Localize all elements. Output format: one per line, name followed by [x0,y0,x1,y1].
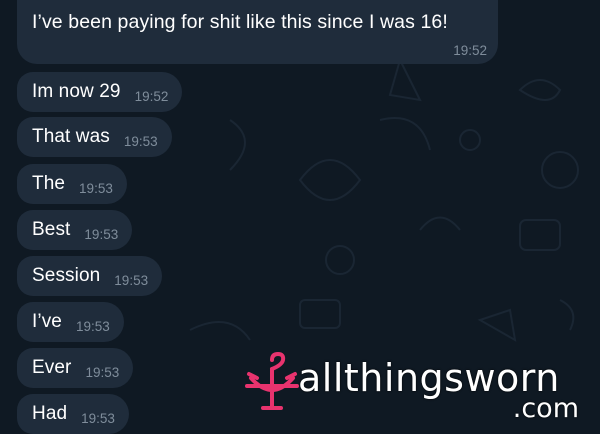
message-bubble[interactable]: That was 19:53 [17,117,172,157]
watermark-suffix: .com [512,393,579,424]
message-text: I’ve [32,311,62,332]
hanger-bow-icon [245,352,299,410]
message-text: That was [32,126,110,147]
message-time: 19:53 [79,181,113,196]
message-bubble[interactable]: Ever 19:53 [17,348,134,388]
message-text: Ever [32,357,72,378]
message-bubble[interactable]: Best 19:53 [17,210,133,250]
message-time: 19:53 [81,411,115,426]
message-time: 19:52 [134,89,169,104]
message-text: I’ve been paying for shit like this sinc… [32,11,448,33]
message-time: 19:53 [75,319,110,334]
message-bubble[interactable]: Session 19:53 [17,256,163,296]
message-text: The [32,173,66,194]
message-time: 19:53 [85,365,120,380]
message-bubble[interactable]: I’ve 19:53 [17,302,124,342]
watermark-logo: allthingsworn .com [243,352,595,430]
message-time: 19:53 [114,273,149,288]
message-time: 19:53 [123,134,158,149]
message-text: Im now 29 [32,81,121,102]
message-text: Session [32,265,101,286]
message-bubble[interactable]: Had 19:53 [17,394,129,434]
message-time: 19:52 [453,43,487,58]
message-text: Best [32,219,71,240]
message-time: 19:53 [84,227,119,242]
message-bubble[interactable]: The 19:53 [17,164,127,204]
message-text: Had [32,403,68,424]
message-bubble[interactable]: Im now 29 19:52 [17,72,183,112]
message-bubble[interactable]: I’ve been paying for shit like this sinc… [17,0,498,64]
